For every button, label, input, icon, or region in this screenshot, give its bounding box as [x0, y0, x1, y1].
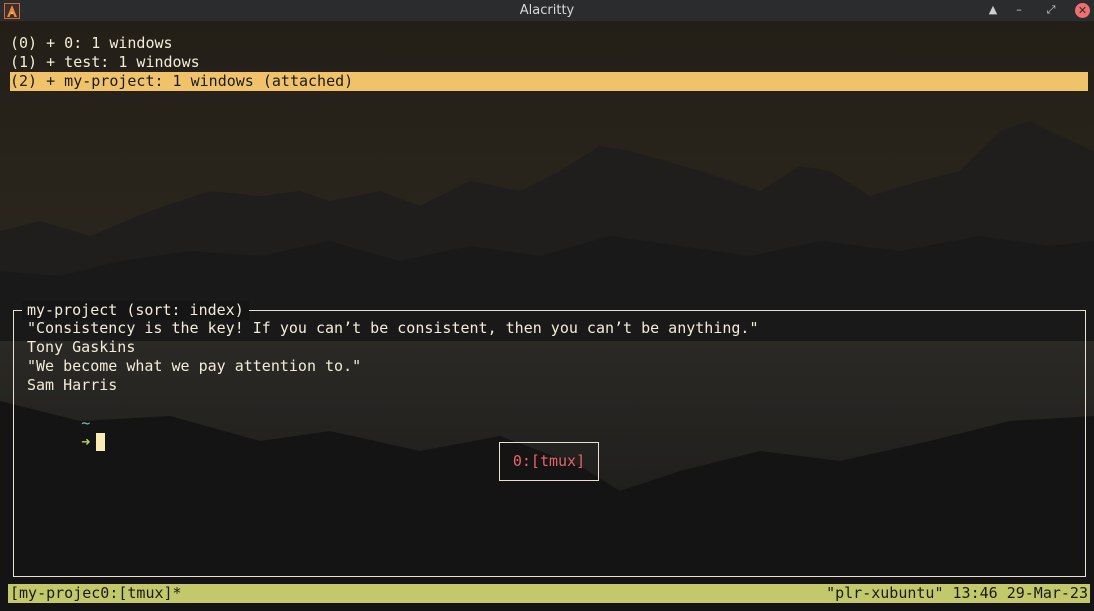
text-cursor [96, 433, 106, 451]
shell-prompt[interactable]: ~ ➜ [27, 395, 106, 451]
prompt-tilde: ~ [81, 414, 91, 432]
title-bar: Alacritty ▲ – ⤢ ✕ [0, 0, 1094, 21]
status-right: "plr-xubuntu" 13:46 29-Mar-23 [826, 584, 1088, 602]
status-left: [my-projec0:[tmux]* [10, 584, 182, 602]
maximize-button[interactable]: ⤢ [1043, 2, 1059, 18]
terminal-area[interactable]: (0) + 0: 1 windows (1) + test: 1 windows… [0, 21, 1094, 611]
preview-pane: my-project (sort: index) "Consistency is… [13, 301, 1086, 577]
close-button[interactable]: ✕ [1075, 3, 1090, 18]
window-title: Alacritty [519, 3, 575, 18]
window-label: 0:[tmux] [499, 442, 599, 481]
session-item-selected[interactable]: (2) + my-project: 1 windows (attached) [10, 72, 1088, 91]
tmux-status-bar: [my-projec0:[tmux]* "plr-xubuntu" 13:46 … [8, 584, 1090, 603]
preview-title: my-project (sort: index) [22, 301, 249, 320]
session-item[interactable]: (1) + test: 1 windows [10, 53, 200, 72]
session-item[interactable]: (0) + 0: 1 windows [10, 34, 173, 53]
preview-line: "We become what we pay attention to." [27, 357, 362, 375]
prompt-arrow-icon: ➜ [81, 433, 91, 451]
minimize-button[interactable]: – [1011, 2, 1027, 18]
preview-line: Tony Gaskins [27, 338, 136, 356]
preview-line: Sam Harris [27, 376, 118, 394]
preview-line: "Consistency is the key! If you can’t be… [27, 319, 759, 337]
shade-button[interactable]: ▲ [985, 2, 1001, 18]
